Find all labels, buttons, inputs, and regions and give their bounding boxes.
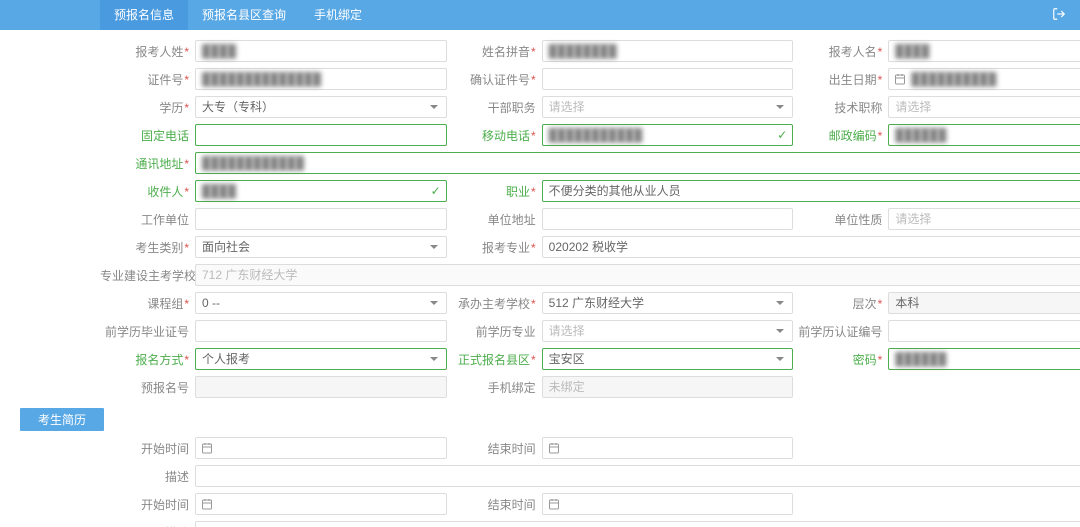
select-examinee-type[interactable]: 面向社会 bbox=[195, 236, 447, 258]
label-title: 技术职称 bbox=[793, 99, 888, 116]
label-build-school: 专业建设主考学校 bbox=[100, 267, 195, 284]
input-prereg-no bbox=[195, 376, 447, 398]
label-course-group: 课程组 bbox=[100, 295, 195, 312]
input-idnumber[interactable]: ██████████████ bbox=[195, 68, 447, 90]
top-nav: 预报名信息 预报名县区查询 手机绑定 bbox=[0, 0, 1080, 30]
select-course-group[interactable]: 0 -- bbox=[195, 292, 447, 314]
label-prev-major: 前学历专业 bbox=[447, 323, 542, 340]
select-level: 本科 bbox=[888, 292, 1080, 314]
label-recipient: 收件人 bbox=[100, 183, 195, 200]
input-confirm-id[interactable] bbox=[542, 68, 794, 90]
input-password[interactable]: ██████ bbox=[888, 348, 1080, 370]
label-landline: 固定电话 bbox=[100, 127, 195, 144]
input-givenname[interactable]: ████ bbox=[888, 40, 1080, 62]
form-content: 报考人姓 ████ 姓名拼音 ████████ 报考人名 ████ 证件号 ██… bbox=[0, 30, 1080, 527]
input-surname[interactable]: ████ bbox=[195, 40, 447, 62]
label-start-time: 开始时间 bbox=[100, 496, 195, 513]
select-major[interactable]: 020202 税收学 bbox=[542, 236, 1080, 258]
select-education[interactable]: 大专（专科） bbox=[195, 96, 447, 118]
input-unit-address[interactable] bbox=[542, 208, 794, 230]
input-build-school: 712 广东财经大学 bbox=[195, 264, 1080, 286]
nav-tab-phone-bind[interactable]: 手机绑定 bbox=[300, 0, 376, 30]
logout-icon[interactable] bbox=[1052, 7, 1080, 24]
label-county: 正式报名县区 bbox=[447, 351, 542, 368]
input-start-time-1[interactable] bbox=[195, 437, 447, 459]
label-phone-binding: 手机绑定 bbox=[447, 379, 542, 396]
select-county[interactable]: 宝安区 bbox=[542, 348, 794, 370]
label-host-school: 承办主考学校 bbox=[447, 295, 542, 312]
input-recipient[interactable]: ████ bbox=[195, 180, 447, 202]
calendar-icon bbox=[548, 442, 560, 454]
nav-tab-preregister-info[interactable]: 预报名信息 bbox=[100, 0, 188, 30]
input-landline[interactable] bbox=[195, 124, 447, 146]
label-surname: 报考人姓 bbox=[100, 43, 195, 60]
label-confirm-id: 确认证件号 bbox=[447, 71, 542, 88]
calendar-icon bbox=[201, 442, 213, 454]
input-prev-cert[interactable] bbox=[888, 320, 1080, 342]
label-unit-nature: 单位性质 bbox=[793, 211, 888, 228]
input-start-time-2[interactable] bbox=[195, 493, 447, 515]
label-workunit: 工作单位 bbox=[100, 211, 195, 228]
label-level: 层次 bbox=[793, 295, 888, 312]
label-start-time: 开始时间 bbox=[100, 440, 195, 457]
label-mobile: 移动电话 bbox=[447, 127, 542, 144]
input-desc-1[interactable] bbox=[195, 465, 1080, 487]
select-position[interactable]: 请选择 bbox=[542, 96, 794, 118]
label-end-time: 结束时间 bbox=[447, 496, 542, 513]
label-desc: 描述 bbox=[100, 524, 195, 527]
input-address[interactable]: ████████████ bbox=[195, 152, 1080, 174]
label-prev-cert: 前学历认证编号 bbox=[793, 323, 888, 340]
calendar-icon bbox=[548, 498, 560, 510]
label-givenname: 报考人名 bbox=[793, 43, 888, 60]
label-pinyin: 姓名拼音 bbox=[447, 43, 542, 60]
select-title[interactable]: 请选择 bbox=[888, 96, 1080, 118]
label-unit-address: 单位地址 bbox=[447, 211, 542, 228]
input-workunit[interactable] bbox=[195, 208, 447, 230]
label-end-time: 结束时间 bbox=[447, 440, 542, 457]
label-birthdate: 出生日期 bbox=[793, 71, 888, 88]
calendar-icon bbox=[894, 73, 906, 85]
label-occupation: 职业 bbox=[447, 183, 542, 200]
select-unit-nature[interactable]: 请选择 bbox=[888, 208, 1080, 230]
calendar-icon bbox=[201, 498, 213, 510]
select-host-school[interactable]: 512 广东财经大学 bbox=[542, 292, 794, 314]
select-reg-method[interactable]: 个人报考 bbox=[195, 348, 447, 370]
label-position: 干部职务 bbox=[447, 99, 542, 116]
label-idnumber: 证件号 bbox=[100, 71, 195, 88]
input-end-time-1[interactable] bbox=[542, 437, 794, 459]
input-desc-2[interactable] bbox=[195, 521, 1080, 527]
label-desc: 描述 bbox=[100, 468, 195, 485]
label-password: 密码 bbox=[793, 351, 888, 368]
label-postcode: 邮政编码 bbox=[793, 127, 888, 144]
input-postcode[interactable]: ██████ bbox=[888, 124, 1080, 146]
input-phone-binding: 未绑定 bbox=[542, 376, 794, 398]
label-major: 报考专业 bbox=[447, 239, 542, 256]
nav-tab-county-query[interactable]: 预报名县区查询 bbox=[188, 0, 300, 30]
label-address: 通讯地址 bbox=[100, 155, 195, 172]
input-pinyin[interactable]: ████████ bbox=[542, 40, 794, 62]
input-end-time-2[interactable] bbox=[542, 493, 794, 515]
input-birthdate[interactable]: ██████████ bbox=[888, 68, 1080, 90]
select-prev-major[interactable]: 请选择 bbox=[542, 320, 794, 342]
label-reg-method: 报名方式 bbox=[100, 351, 195, 368]
input-prev-diploma[interactable] bbox=[195, 320, 447, 342]
label-prereg-no: 预报名号 bbox=[100, 379, 195, 396]
label-prev-diploma: 前学历毕业证号 bbox=[100, 323, 195, 340]
input-mobile[interactable]: ███████████ bbox=[542, 124, 794, 146]
label-education: 学历 bbox=[100, 99, 195, 116]
resume-section-header: 考生简历 bbox=[20, 408, 104, 431]
select-occupation[interactable]: 不便分类的其他从业人员 bbox=[542, 180, 1080, 202]
label-examinee-type: 考生类别 bbox=[100, 239, 195, 256]
